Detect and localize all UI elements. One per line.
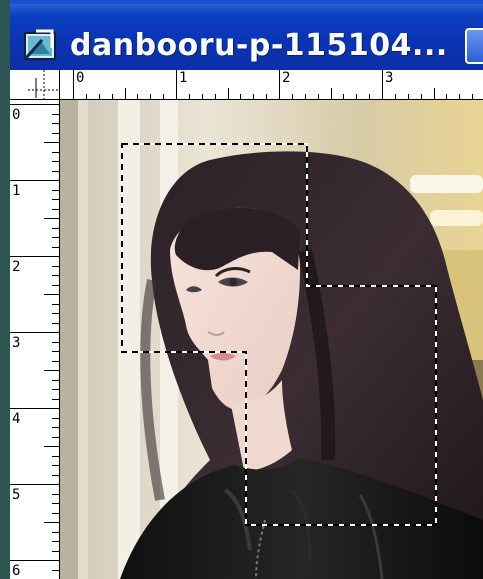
ruler-tick <box>52 541 60 542</box>
ruler-label: 4 <box>12 411 21 427</box>
ruler-tick <box>52 170 60 172</box>
ruler-tick <box>52 455 60 457</box>
horizontal-ruler[interactable]: 0 1 2 3 <box>60 70 483 100</box>
ruler-tick <box>73 70 74 100</box>
ruler-label: 3 <box>385 70 394 86</box>
ruler-tick <box>433 88 435 100</box>
ruler-tick <box>52 284 60 286</box>
vertical-ruler[interactable]: 0 1 2 3 4 5 6 <box>10 100 60 579</box>
ruler-tick <box>330 88 332 100</box>
ruler-tick <box>52 436 60 438</box>
ruler-tick <box>52 227 60 229</box>
window-title: danbooru-p-115104... <box>70 28 448 63</box>
document-icon[interactable] <box>22 28 62 64</box>
ruler-tick <box>52 246 60 248</box>
ruler-tick <box>10 256 60 257</box>
minimize-button[interactable] <box>465 28 483 64</box>
ruler-origin[interactable] <box>10 70 60 100</box>
ruler-tick <box>52 151 60 153</box>
ruler-tick <box>279 70 280 100</box>
ruler-tick <box>10 180 60 181</box>
photo <box>60 100 483 579</box>
ruler-tick <box>52 237 60 238</box>
ruler-tick <box>52 341 60 343</box>
ruler-tick <box>52 123 60 124</box>
image-canvas[interactable] <box>60 100 483 579</box>
ruler-tick <box>52 303 60 305</box>
ruler-tick <box>52 550 60 552</box>
ruler-tick <box>52 360 60 362</box>
title-bar[interactable]: danbooru-p-115104... <box>10 0 483 70</box>
ruler-tick <box>10 332 60 333</box>
ruler-tick <box>52 113 60 115</box>
ruler-tick <box>10 104 60 105</box>
ruler-tick <box>52 189 60 191</box>
ruler-tick <box>124 88 126 100</box>
ruler-tick <box>44 522 60 523</box>
ruler-label: 1 <box>179 70 188 86</box>
ruler-tick <box>52 132 60 134</box>
ruler-tick <box>382 70 383 100</box>
ruler-tick <box>10 560 60 561</box>
ruler-tick <box>52 531 60 533</box>
ruler-tick <box>227 88 229 100</box>
ruler-label: 0 <box>12 107 21 123</box>
ruler-tick <box>52 208 60 210</box>
ruler-tick <box>52 569 60 571</box>
ruler-tick <box>44 446 60 447</box>
ruler-label: 0 <box>76 70 85 86</box>
ruler-tick <box>52 199 60 200</box>
ruler-tick <box>52 351 60 352</box>
ruler-label: 3 <box>12 335 21 351</box>
ruler-label: 1 <box>12 183 21 199</box>
ruler-label: 5 <box>12 487 21 503</box>
ruler-tick <box>52 427 60 428</box>
ruler-tick <box>52 265 60 267</box>
ruler-tick <box>44 294 60 295</box>
ruler-tick <box>52 503 60 504</box>
ruler-tick <box>44 370 60 371</box>
ruler-tick <box>52 161 60 162</box>
ruler-tick <box>52 474 60 476</box>
ruler-tick <box>52 512 60 514</box>
ruler-tick <box>44 142 60 143</box>
ruler-tick <box>52 493 60 495</box>
ruler-tick <box>52 322 60 324</box>
ruler-tick <box>52 417 60 419</box>
document-window[interactable]: danbooru-p-115104... 0 1 2 3 0 1 2 3 4 5 6 <box>10 0 483 579</box>
ruler-tick <box>176 70 177 100</box>
ruler-tick <box>52 379 60 381</box>
ruler-tick <box>10 408 60 409</box>
ruler-tick <box>52 275 60 276</box>
ruler-tick <box>52 313 60 314</box>
ruler-label: 2 <box>12 259 21 275</box>
desktop-edge <box>0 0 10 579</box>
ruler-label: 2 <box>282 70 291 86</box>
ruler-tick <box>10 484 60 485</box>
ruler-label: 6 <box>12 563 21 579</box>
ruler-tick <box>44 218 60 219</box>
ruler-tick <box>52 465 60 466</box>
ruler-tick <box>52 398 60 400</box>
ruler-tick <box>52 389 60 390</box>
